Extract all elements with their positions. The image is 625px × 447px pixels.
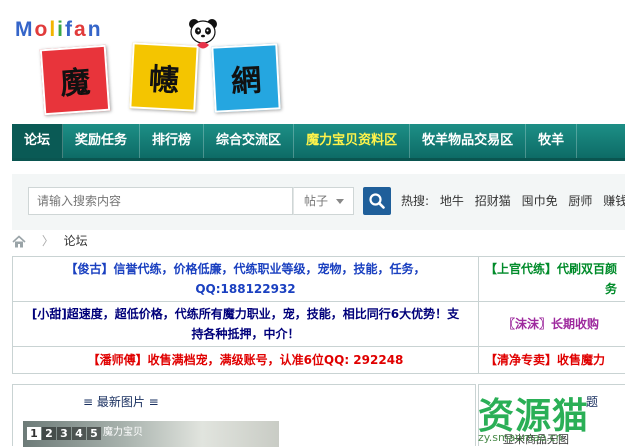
ad-text: 持各种抵押，中介！ <box>191 327 299 341</box>
nav-forum[interactable]: 论坛 <box>12 124 63 158</box>
nav-ranking[interactable]: 排行榜 <box>140 124 204 158</box>
ad-table: 【俊古】信誉代练，价格低廉，代练职业等级，宠物，技能，任务， QQ:188122… <box>12 256 625 374</box>
ad-cell[interactable]: 【俊古】信誉代练，价格低廉，代练职业等级，宠物，技能，任务， QQ:188122… <box>13 257 479 302</box>
search-icon <box>363 187 391 215</box>
ad-cell[interactable]: 〖沫沫〗长期收购 <box>479 302 625 347</box>
hot-search-item[interactable]: 赚钱 <box>603 194 625 208</box>
logo-tile-2: 幰 <box>129 42 198 111</box>
logo-wordmark[interactable]: Molifan <box>15 18 103 42</box>
chevron-down-icon <box>336 199 344 204</box>
panda-mascot-icon <box>188 18 218 52</box>
ad-text: 【潘师傅】收售满档宠，满级账号，认准6位QQ: 292248 <box>88 353 404 367</box>
slideshow-caption: 魔力宝贝 <box>103 423 143 438</box>
search-type-select[interactable]: 帖子 <box>293 187 354 215</box>
slideshow-page[interactable]: 2 <box>42 427 56 440</box>
ad-cell[interactable]: 【清净专卖】收售魔力 <box>479 347 625 374</box>
hot-search-item[interactable]: 囤巾免 <box>522 194 558 208</box>
nav-trading-area[interactable]: 牧羊物品交易区 <box>410 124 526 158</box>
logo-tile-char: 魔 <box>59 57 92 103</box>
panel-title: ≡ 最新图片 ≡ <box>83 393 159 410</box>
latest-pictures-panel: ≡ 最新图片 ≡ 魔力宝贝 12345 <box>12 384 476 446</box>
slideshow-page[interactable]: 3 <box>57 427 71 440</box>
nav-general-discussion[interactable]: 综合交流区 <box>204 124 294 158</box>
search-input[interactable] <box>28 187 293 215</box>
logo-letter: a <box>74 18 88 42</box>
ad-text: [小甜]超速度，超低价格，代练所有魔力职业，宠，技能，相比同行6大优势！支 <box>32 307 459 321</box>
hot-search-label: 热搜: <box>401 194 429 208</box>
ad-cell[interactable]: 【潘师傅】收售满档宠，满级账号，认准6位QQ: 292248 <box>13 347 479 374</box>
logo-tile-char: 幰 <box>148 54 180 100</box>
nav-more[interactable]: 牧羊 <box>526 124 577 158</box>
ad-text: 务 <box>485 282 617 296</box>
logo-tile-1: 魔 <box>40 45 110 115</box>
slideshow-page[interactable]: 4 <box>72 427 86 440</box>
breadcrumb-current[interactable]: 论坛 <box>64 234 88 248</box>
logo-tile-3: 網 <box>211 43 280 112</box>
search-button[interactable] <box>363 187 391 215</box>
site-header: Molifan 魔 幰 網 <box>0 0 625 124</box>
logo-tile-char: 網 <box>230 55 262 101</box>
nav-crossgate-resources[interactable]: 魔力宝贝资料区 <box>294 124 410 158</box>
ad-cell[interactable]: 【上官代练】代刷双百颜 务 <box>479 257 625 302</box>
search-bar: 帖子 热搜: 地牛 招财猫 囤巾免 厨师 赚钱 <box>12 174 625 230</box>
nav-reward-tasks[interactable]: 奖励任务 <box>63 124 140 158</box>
logo-letter: i <box>57 18 65 42</box>
ad-text: 【清净专卖】收售魔力 <box>485 353 605 367</box>
ad-text: 【上官代练】代刷双百颜 <box>485 262 617 276</box>
hot-search-item[interactable]: 厨师 <box>568 194 592 208</box>
slideshow-pager: 12345 <box>27 427 102 440</box>
ad-text: 〖沫沫〗长期收购 <box>503 317 599 331</box>
logo-letter: o <box>35 18 50 42</box>
hot-search-item[interactable]: 招财猫 <box>475 194 511 208</box>
picture-slideshow[interactable]: 魔力宝贝 12345 <box>23 421 279 447</box>
breadcrumb: 〉 论坛 <box>12 230 88 252</box>
ad-text: 【俊古】信誉代练，价格低廉，代练职业等级，宠物，技能，任务， <box>65 262 425 276</box>
logo-letter: l <box>49 18 57 42</box>
slideshow-page[interactable]: 5 <box>87 427 101 440</box>
search-type-label: 帖子 <box>304 194 328 208</box>
ad-qq: QQ:188122932 <box>195 282 295 296</box>
hot-search-item[interactable]: 地牛 <box>440 194 464 208</box>
ad-cell[interactable]: [小甜]超速度，超低价格，代练所有魔力职业，宠，技能，相比同行6大优势！支 持各… <box>13 302 479 347</box>
breadcrumb-separator: 〉 <box>42 234 54 248</box>
logo-letter: M <box>15 18 35 42</box>
slideshow-page[interactable]: 1 <box>27 427 41 440</box>
main-nav: 论坛奖励任务排行榜综合交流区魔力宝贝资料区牧羊物品交易区牧羊 <box>12 124 625 161</box>
watermark-url: zy.smaomao.cn <box>478 431 563 444</box>
logo-letter: f <box>65 18 74 42</box>
home-icon[interactable] <box>12 235 26 249</box>
hot-searches: 热搜: 地牛 招财猫 囤巾免 厨师 赚钱 <box>401 187 625 215</box>
logo-letter: n <box>88 18 103 42</box>
